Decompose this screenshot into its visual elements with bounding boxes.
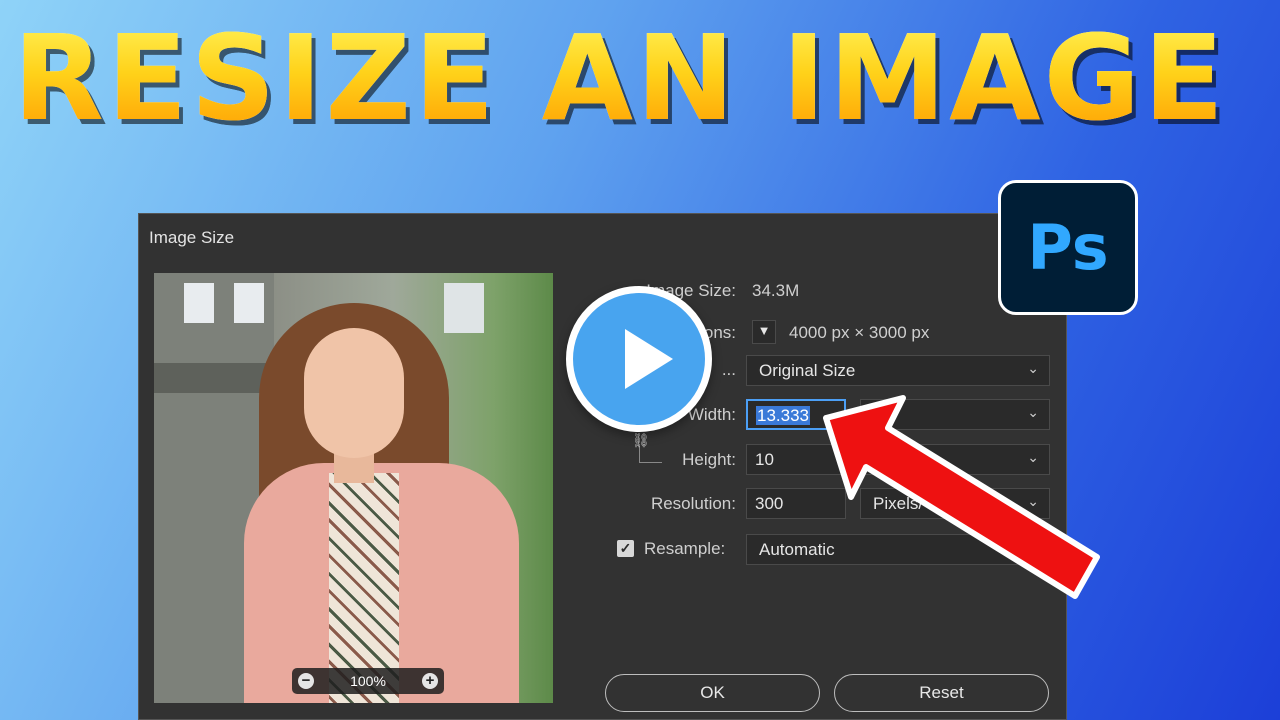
red-arrow-icon: [823, 395, 1100, 599]
arrow-shape: [823, 395, 1100, 599]
